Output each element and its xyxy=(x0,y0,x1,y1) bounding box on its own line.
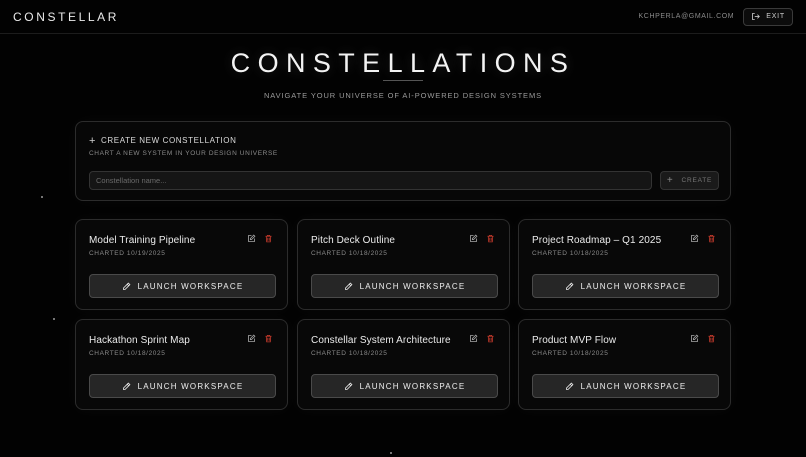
card-title: Project Roadmap – Q1 2025 xyxy=(532,235,662,246)
edit-icon[interactable] xyxy=(690,234,699,243)
constellation-card: Pitch Deck Outline CHARTED 10/18/2025 LA… xyxy=(297,219,510,310)
plus-icon: + xyxy=(89,134,97,147)
card-date: CHARTED 10/19/2025 xyxy=(89,250,166,257)
launch-workspace-button[interactable]: LAUNCH WORKSPACE xyxy=(89,274,276,298)
exit-icon xyxy=(752,13,761,20)
edit-icon[interactable] xyxy=(247,334,256,343)
launch-workspace-button[interactable]: LAUNCH WORKSPACE xyxy=(311,374,498,398)
constellation-card: Hackathon Sprint Map CHARTED 10/18/2025 … xyxy=(75,319,288,410)
pencil-icon xyxy=(565,382,574,390)
launch-label: LAUNCH WORKSPACE xyxy=(359,381,466,391)
launch-workspace-button[interactable]: LAUNCH WORKSPACE xyxy=(311,274,498,298)
edit-icon[interactable] xyxy=(469,234,478,243)
card-actions xyxy=(247,234,273,243)
card-actions xyxy=(690,334,716,343)
trash-icon[interactable] xyxy=(264,234,273,243)
brand-logo[interactable]: CONSTELLAR xyxy=(13,10,119,24)
card-title: Pitch Deck Outline xyxy=(311,235,396,246)
pencil-icon xyxy=(122,282,131,290)
card-date: CHARTED 10/18/2025 xyxy=(89,350,166,357)
constellation-card: Constellar System Architecture CHARTED 1… xyxy=(297,319,510,410)
create-constellation-panel: + CREATE NEW CONSTELLATION CHART A NEW S… xyxy=(75,121,731,201)
launch-label: LAUNCH WORKSPACE xyxy=(580,281,687,291)
launch-label: LAUNCH WORKSPACE xyxy=(580,381,687,391)
card-title: Hackathon Sprint Map xyxy=(89,335,190,346)
user-email: KCHPERLA@GMAIL.COM xyxy=(638,13,735,20)
launch-workspace-button[interactable]: LAUNCH WORKSPACE xyxy=(532,374,719,398)
pencil-icon xyxy=(344,382,353,390)
star xyxy=(41,196,43,198)
constellation-card: Model Training Pipeline CHARTED 10/19/20… xyxy=(75,219,288,310)
card-actions xyxy=(247,334,273,343)
trash-icon[interactable] xyxy=(264,334,273,343)
launch-label: LAUNCH WORKSPACE xyxy=(359,281,466,291)
edit-icon[interactable] xyxy=(690,334,699,343)
top-bar: CONSTELLAR KCHPERLA@GMAIL.COM EXIT xyxy=(0,0,806,34)
edit-icon[interactable] xyxy=(469,334,478,343)
pencil-icon xyxy=(344,282,353,290)
card-title: Constellar System Architecture xyxy=(311,335,451,346)
page-subtitle: NAVIGATE YOUR UNIVERSE OF AI-POWERED DES… xyxy=(263,91,543,100)
constellation-card: Product MVP Flow CHARTED 10/18/2025 LAUN… xyxy=(518,319,731,410)
card-date: CHARTED 10/18/2025 xyxy=(532,250,609,257)
title-divider xyxy=(383,80,423,81)
card-title: Model Training Pipeline xyxy=(89,235,196,246)
card-actions xyxy=(469,234,495,243)
launch-label: LAUNCH WORKSPACE xyxy=(137,281,244,291)
card-title: Product MVP Flow xyxy=(532,335,617,346)
create-button[interactable]: + CREATE xyxy=(660,171,719,190)
create-panel-heading: + CREATE NEW CONSTELLATION xyxy=(89,134,237,147)
exit-button[interactable]: EXIT xyxy=(743,7,793,26)
launch-workspace-button[interactable]: LAUNCH WORKSPACE xyxy=(89,374,276,398)
account-area: KCHPERLA@GMAIL.COM EXIT xyxy=(638,7,793,26)
constellation-card: Project Roadmap – Q1 2025 CHARTED 10/18/… xyxy=(518,219,731,310)
constellation-name-input[interactable] xyxy=(89,171,652,190)
card-date: CHARTED 10/18/2025 xyxy=(532,350,609,357)
plus-icon: + xyxy=(666,175,674,186)
star xyxy=(390,452,392,454)
trash-icon[interactable] xyxy=(486,234,495,243)
create-label: CREATE xyxy=(681,177,713,184)
card-date: CHARTED 10/18/2025 xyxy=(311,350,388,357)
pencil-icon xyxy=(565,282,574,290)
launch-workspace-button[interactable]: LAUNCH WORKSPACE xyxy=(532,274,719,298)
launch-label: LAUNCH WORKSPACE xyxy=(137,381,244,391)
exit-label: EXIT xyxy=(766,13,785,20)
trash-icon[interactable] xyxy=(486,334,495,343)
edit-icon[interactable] xyxy=(247,234,256,243)
trash-icon[interactable] xyxy=(707,334,716,343)
star xyxy=(53,318,55,320)
card-date: CHARTED 10/18/2025 xyxy=(311,250,388,257)
card-actions xyxy=(690,234,716,243)
pencil-icon xyxy=(122,382,131,390)
card-actions xyxy=(469,334,495,343)
page-title: CONSTELLATIONS xyxy=(230,48,576,78)
create-panel-title: CREATE NEW CONSTELLATION xyxy=(101,136,237,145)
trash-icon[interactable] xyxy=(707,234,716,243)
create-panel-subtitle: CHART A NEW SYSTEM IN YOUR DESIGN UNIVER… xyxy=(89,150,278,157)
